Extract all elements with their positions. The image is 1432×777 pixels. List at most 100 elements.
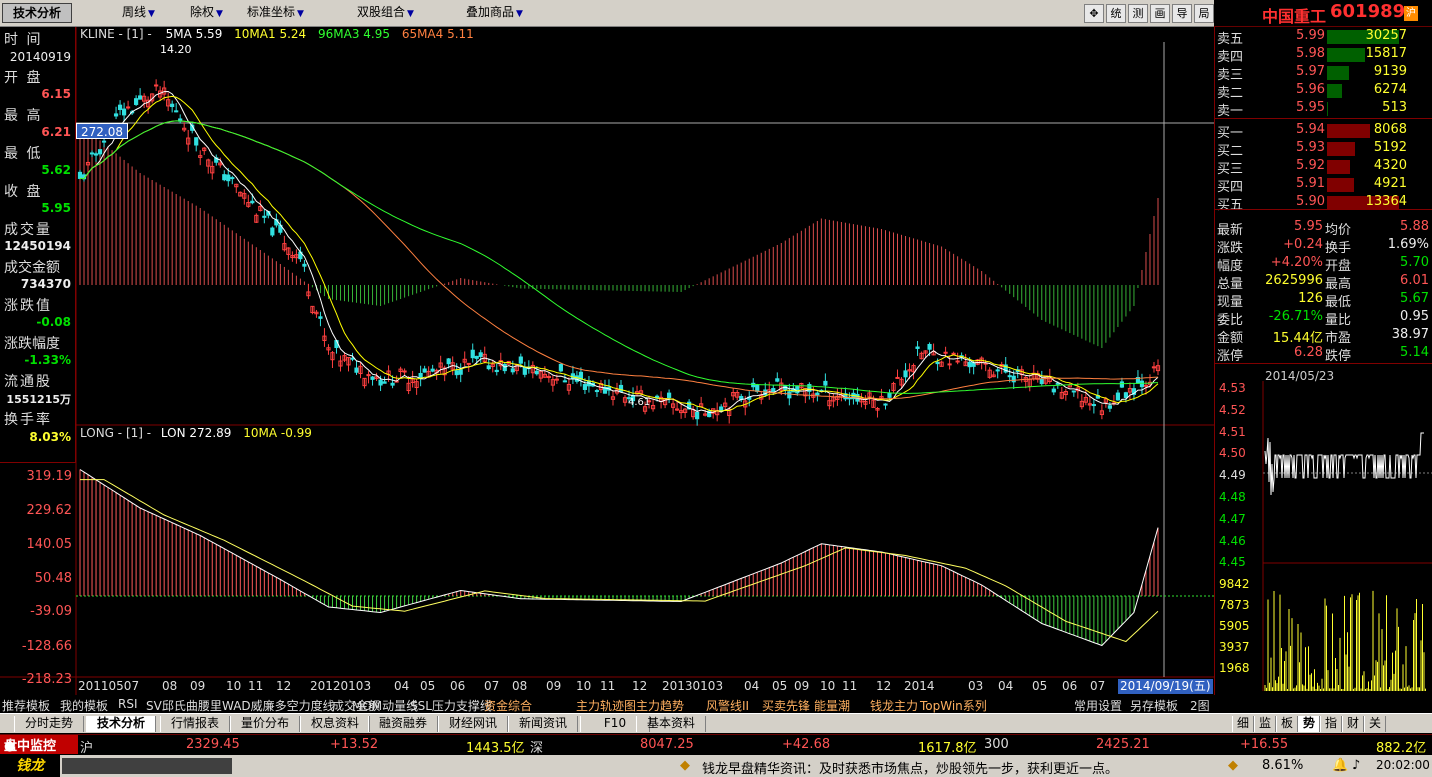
menu-period[interactable]: 周线 ▼ — [122, 3, 155, 23]
news-diamond-icon: ◆ — [680, 758, 690, 773]
candle-body — [370, 376, 375, 380]
bid-row[interactable]: 买一 5.94 8068 — [1215, 122, 1432, 141]
stat-label: 涨跌 — [1217, 241, 1244, 256]
stat-label: 均价 — [1325, 223, 1352, 238]
view-tab[interactable]: 新闻资讯 — [508, 716, 578, 732]
view-tab[interactable]: 财经网讯 — [438, 716, 508, 732]
stat-value: 5.95 — [1294, 219, 1323, 234]
formula-tab[interactable]: SSL压力支撑线 — [410, 697, 492, 714]
x-tick-label: 04 — [744, 679, 760, 693]
tool-layout-button[interactable]: 局 — [1194, 4, 1214, 23]
side-tab[interactable]: 财 — [1342, 716, 1364, 732]
lon-axis-5: -128.66 — [21, 639, 72, 654]
x-tick-label: 06 — [450, 679, 466, 693]
chevron-down-icon: ▼ — [516, 9, 523, 19]
candle-body — [494, 369, 499, 373]
formula-tab[interactable]: 常用设置 — [1074, 697, 1122, 714]
candle-body — [77, 171, 83, 179]
menu-overlay[interactable]: 叠加商品 ▼ — [466, 3, 523, 23]
side-tab[interactable]: 势 — [1298, 716, 1320, 732]
bid-volume-bar — [1327, 142, 1355, 156]
chart-area[interactable]: KLINE - [1] - 5MA 5.59 10MA1 5.24 96MA3 … — [0, 27, 1214, 695]
formula-tab[interactable]: 资金综合 — [484, 697, 532, 714]
bid-row[interactable]: 买二 5.93 5192 — [1215, 140, 1432, 159]
kline-legend: KLINE - [1] - 5MA 5.59 10MA1 5.24 96MA3 … — [80, 27, 474, 41]
formula-tab[interactable]: 另存模板 — [1130, 697, 1178, 714]
menu-dual-stock[interactable]: 双股组合 ▼ — [357, 3, 414, 23]
view-tab[interactable]: 技术分析 — [86, 716, 156, 732]
candle-body — [1071, 390, 1076, 393]
candle-body — [478, 352, 483, 357]
formula-tab[interactable]: 钱龙主力 — [870, 697, 918, 714]
x-tick-label: 05 — [772, 679, 788, 693]
x-tick-label: 05 — [420, 679, 436, 693]
ask-row[interactable]: 卖二 5.96 6274 — [1215, 82, 1432, 101]
formula-tab[interactable]: 推荐模板 — [2, 697, 50, 714]
view-tab[interactable]: 量价分布 — [230, 716, 300, 732]
side-tab[interactable]: 关 — [1364, 716, 1386, 732]
x-axis-labels: 20110507 08 09 10 11 12 20120103 04 05 06 07 08 09 10… — [0, 679, 1214, 695]
ask-row[interactable]: 卖四 5.98 15817 — [1215, 46, 1432, 65]
side-tab[interactable]: 细 — [1232, 716, 1254, 732]
ask-row[interactable]: 卖五 5.99 30257 — [1215, 28, 1432, 47]
ask-row[interactable]: 卖三 5.97 9139 — [1215, 64, 1432, 83]
formula-tab[interactable]: 2图 — [1190, 697, 1210, 714]
monitor-button[interactable]: ● 盘中监控 — [0, 735, 78, 754]
x-tick-label: 11 — [248, 679, 264, 693]
formula-tab[interactable]: 主力轨迹图 — [576, 697, 636, 714]
volume-icon[interactable]: ♪ — [1352, 758, 1360, 773]
side-tab[interactable]: 板 — [1276, 716, 1298, 732]
view-tab[interactable]: 权息资料 — [300, 716, 370, 732]
stat-label: 市盈 — [1325, 331, 1352, 346]
lon-title: LONG - [1] - — [80, 426, 152, 440]
formula-tab[interactable]: SV邱氏曲腰里 — [146, 697, 222, 714]
tool-stat-button[interactable]: 统 — [1106, 4, 1126, 23]
lon-line — [79, 469, 1159, 647]
x-tick-label: 12 — [876, 679, 892, 693]
view-tab[interactable]: 融资融券 — [368, 716, 438, 732]
ask-row[interactable]: 卖一 5.95 513 — [1215, 100, 1432, 119]
candle-body — [422, 368, 427, 373]
formula-tab[interactable]: TopWin系列 — [920, 697, 987, 714]
side-tab[interactable]: 指 — [1320, 716, 1342, 732]
tool-export-button[interactable]: 导 — [1172, 4, 1192, 23]
stat-label: 幅度 — [1217, 259, 1244, 274]
view-tab[interactable]: 基本资料 — [636, 716, 706, 732]
formula-tab[interactable]: 风警线II — [706, 697, 749, 714]
index-sh-amount: 1443.5亿 — [466, 741, 525, 756]
formula-tab[interactable]: WAD威廉多空力度线 — [222, 697, 335, 714]
ask-label: 卖一 — [1217, 104, 1244, 119]
index-300-name: 300 — [984, 737, 1009, 752]
candle-body — [967, 361, 972, 368]
news-ticker[interactable]: 钱龙早盘精华资讯：及时获悉市场焦点，炒股领先一步，获利更近一点。 — [702, 758, 1118, 777]
side-tab[interactable]: 监 — [1254, 716, 1276, 732]
formula-tab[interactable]: RSI — [118, 697, 138, 711]
tool-draw-button[interactable]: 画 — [1150, 4, 1170, 23]
main-chart-svg — [0, 27, 1214, 695]
bid-row[interactable]: 买四 5.91 4921 — [1215, 176, 1432, 195]
move-icon[interactable]: ✥ — [1084, 4, 1104, 23]
candle-body — [594, 390, 600, 393]
view-tab[interactable]: 分时走势 — [14, 716, 84, 732]
candle-body — [230, 177, 235, 180]
formula-tab[interactable]: MOM动量线 — [352, 697, 418, 714]
menu-ex-rights[interactable]: 除权 ▼ — [190, 3, 223, 23]
candle-body — [486, 365, 491, 370]
tab-technical-analysis[interactable]: 技术分析 — [2, 3, 72, 23]
view-tab[interactable]: 行情报表 — [160, 716, 230, 732]
index-sh-value: 2329.45 — [186, 737, 240, 752]
formula-tab[interactable]: 我的模板 — [60, 697, 108, 714]
menu-coordinate[interactable]: 标准坐标 ▼ — [247, 3, 304, 23]
x-tick-label: 09 — [794, 679, 810, 693]
index-300-change: +16.55 — [1240, 737, 1289, 752]
tool-measure-button[interactable]: 测 — [1128, 4, 1148, 23]
alarm-icon[interactable]: 🔔 — [1332, 758, 1348, 773]
formula-tab[interactable]: 主力趋势 — [636, 697, 684, 714]
stat-row: 涨停 6.28 跌停 5.14 — [1215, 345, 1432, 364]
bid-row[interactable]: 买三 5.92 4320 — [1215, 158, 1432, 177]
lon-value: LON 272.89 — [160, 426, 232, 440]
formula-tab[interactable]: 买卖先锋 — [762, 697, 810, 714]
x-tick-label: 05 — [1032, 679, 1048, 693]
formula-tab[interactable]: 能量潮 — [814, 697, 850, 714]
candle-body — [93, 153, 99, 156]
